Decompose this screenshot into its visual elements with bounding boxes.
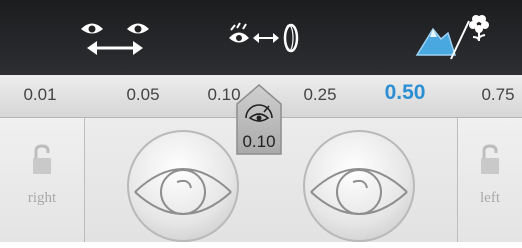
eyes-distance-icon [81,23,149,55]
scale-value[interactable]: 0.01 [23,85,56,105]
scale-value[interactable]: 0.75 [481,85,514,105]
eye-lens-distance-icon [229,21,299,52]
left-eye-label: left [480,190,500,206]
scale-value[interactable]: 0.25 [303,85,336,105]
left-eye-lock-button[interactable]: left [457,118,522,242]
mode-eye-lens-button[interactable] [210,0,320,75]
eye-gauge-icon [245,104,273,122]
mode-landscape-button[interactable] [400,0,510,75]
scale-value-selected[interactable]: 0.50 [385,81,426,105]
eye-icon [303,130,415,242]
unlock-icon [33,144,51,174]
landscape-flower-icon [415,14,489,59]
mode-eyes-distance-button[interactable] [55,0,175,75]
mode-toolbar [0,0,522,75]
right-eye-label: right [27,190,57,206]
scale-marker-handle[interactable]: 0.10 [235,84,283,156]
marker-value: 0.10 [242,132,276,151]
scale-value[interactable]: 0.05 [126,85,159,105]
right-eye-lock-button[interactable]: right [0,118,85,242]
left-eye-button[interactable] [301,128,417,248]
right-eye-button[interactable] [125,128,241,248]
unlock-icon [481,144,499,174]
eye-icon [127,130,239,242]
